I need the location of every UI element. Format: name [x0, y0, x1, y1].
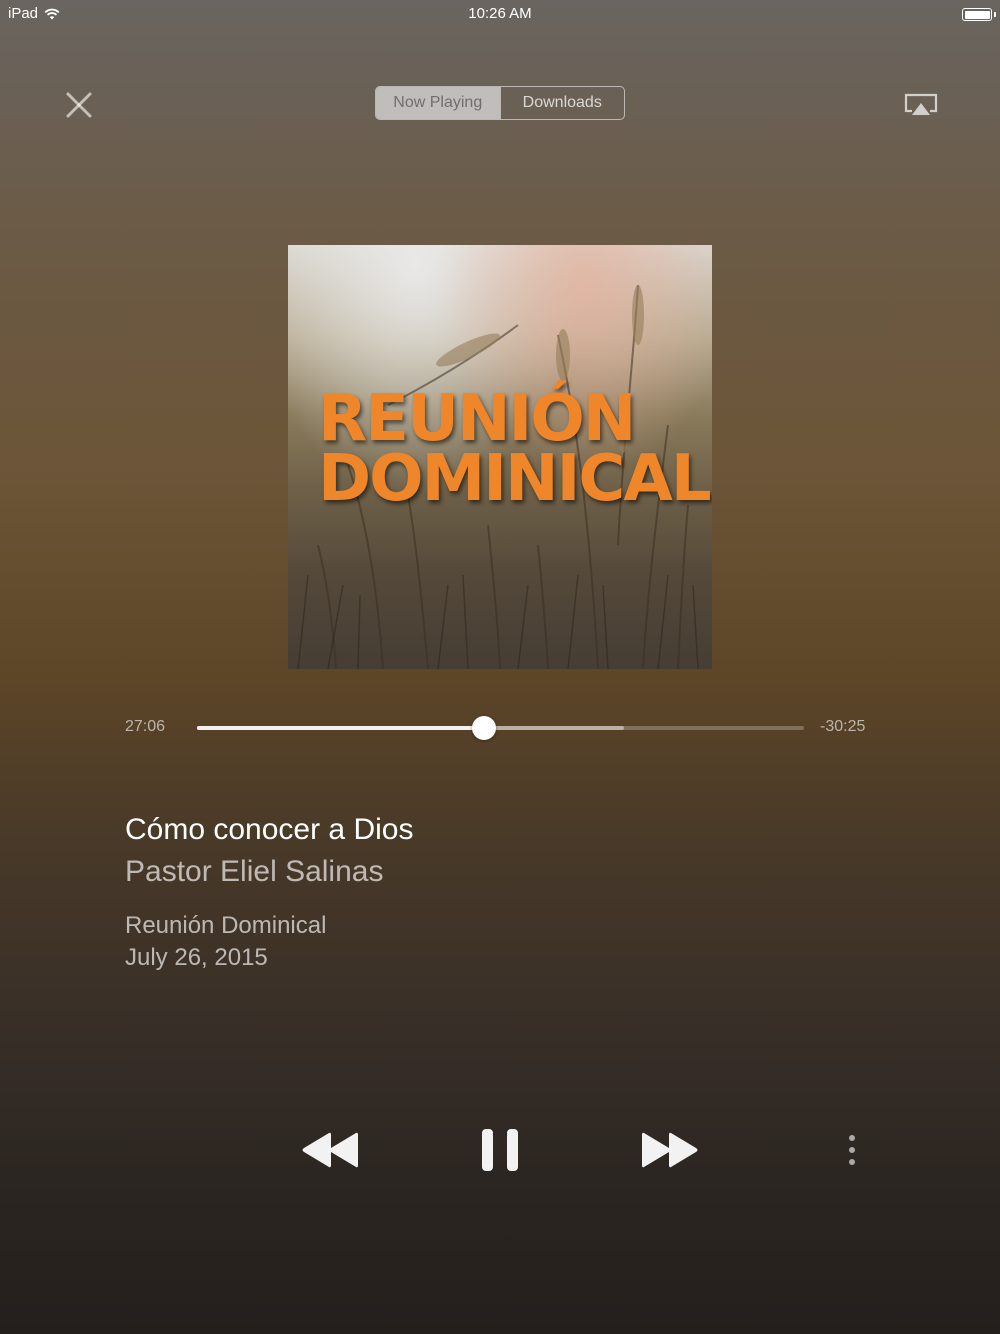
- airplay-icon: [904, 93, 938, 115]
- status-bar: iPad 10:26 AM: [0, 0, 1000, 28]
- battery-icon: [962, 8, 996, 21]
- rewind-button[interactable]: [300, 1130, 360, 1170]
- rewind-icon: [302, 1132, 358, 1168]
- fast-forward-icon: [642, 1132, 698, 1168]
- track-speaker: Pastor Eliel Salinas: [125, 855, 384, 888]
- track-date: July 26, 2015: [125, 944, 268, 971]
- track-series: Reunión Dominical: [125, 912, 327, 939]
- slider-thumb[interactable]: [472, 716, 497, 740]
- remaining-time: -30:25: [820, 718, 866, 735]
- more-icon: [849, 1135, 855, 1165]
- more-options-button[interactable]: [842, 1134, 862, 1168]
- tab-now-playing[interactable]: Now Playing: [376, 87, 500, 119]
- pause-button[interactable]: [480, 1128, 520, 1172]
- pause-icon: [482, 1129, 518, 1171]
- close-button[interactable]: [62, 88, 96, 122]
- artwork-title-line2: DOMINICAL: [318, 442, 712, 516]
- track-title: Cómo conocer a Dios: [125, 813, 414, 846]
- close-icon: [66, 92, 92, 118]
- progress-slider[interactable]: [197, 716, 804, 740]
- played-bar: [197, 726, 485, 730]
- elapsed-time: 27:06: [125, 718, 166, 735]
- album-artwork: REUNIÓN DOMINICAL: [288, 245, 712, 669]
- fast-forward-button[interactable]: [640, 1130, 700, 1170]
- status-time: 10:26 AM: [468, 5, 532, 22]
- tab-downloads[interactable]: Downloads: [499, 87, 625, 119]
- airplay-button[interactable]: [903, 92, 939, 118]
- segmented-control: Now Playing Downloads: [375, 86, 625, 120]
